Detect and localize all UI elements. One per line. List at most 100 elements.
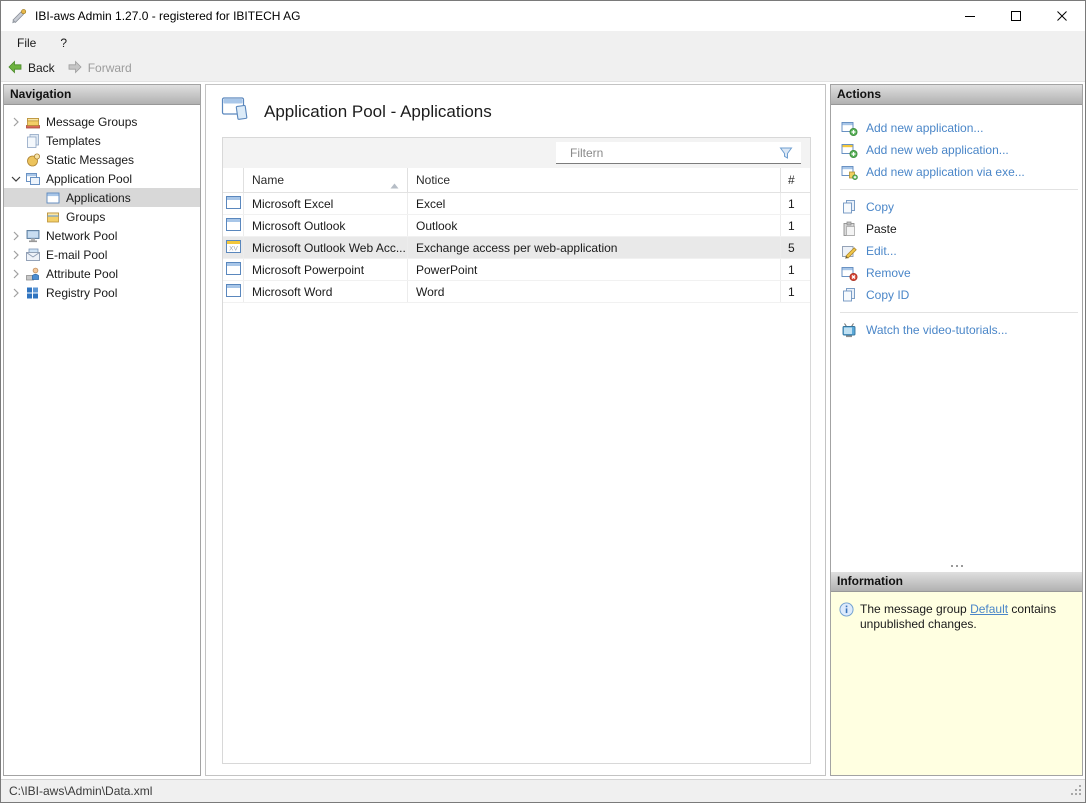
- sidebar-item-attribute-pool[interactable]: Attribute Pool: [4, 264, 200, 283]
- application-pool-icon: [24, 171, 41, 187]
- table-row[interactable]: Microsoft Powerpoint PowerPoint 1: [223, 259, 810, 281]
- panel-splitter-handle[interactable]: [831, 560, 1082, 572]
- sidebar-item-templates[interactable]: Templates: [4, 131, 200, 150]
- add-application-icon: [841, 120, 858, 136]
- content-area: Navigation Message Groups Templates Stat…: [1, 82, 1085, 779]
- edit-icon: [841, 243, 858, 259]
- sidebar-item-email-pool[interactable]: E-mail Pool: [4, 245, 200, 264]
- action-label: Copy: [866, 200, 895, 214]
- add-new-application-link[interactable]: Add new application...: [831, 117, 1082, 139]
- forward-button[interactable]: Forward: [67, 59, 132, 78]
- title-bar: IBI-aws Admin 1.27.0 - registered for IB…: [1, 1, 1085, 31]
- column-header-count[interactable]: #: [781, 168, 810, 192]
- paste-icon: [841, 221, 858, 237]
- sidebar-item-label: Templates: [46, 133, 101, 148]
- add-new-application-via-exe-link[interactable]: Add new application via exe...: [831, 161, 1082, 183]
- sidebar-item-label: Attribute Pool: [46, 266, 119, 281]
- video-tutorials-icon: [841, 322, 858, 338]
- chevron-right-icon[interactable]: [8, 285, 24, 300]
- sidebar-item-registry-pool[interactable]: Registry Pool: [4, 283, 200, 302]
- filter-input[interactable]: [556, 142, 801, 163]
- sidebar-item-label: Static Messages: [46, 152, 135, 167]
- chevron-right-icon[interactable]: [8, 228, 24, 243]
- actions-header: Actions: [831, 85, 1082, 105]
- page-title-row: Application Pool - Applications: [206, 85, 825, 128]
- add-new-web-application-link[interactable]: Add new web application...: [831, 139, 1082, 161]
- video-tutorials-link[interactable]: Watch the video-tutorials...: [831, 319, 1082, 341]
- toolbar: Back Forward: [1, 55, 1085, 82]
- forward-icon: [67, 59, 83, 78]
- sidebar-item-message-groups[interactable]: Message Groups: [4, 112, 200, 131]
- app-window-icon: [225, 217, 241, 234]
- forward-label: Forward: [87, 61, 132, 75]
- close-button[interactable]: [1039, 1, 1085, 31]
- registry-pool-icon: [24, 285, 41, 301]
- navigation-tree: Message Groups Templates Static Messages…: [4, 105, 200, 302]
- menu-file[interactable]: File: [17, 36, 36, 50]
- back-icon: [7, 59, 23, 78]
- sidebar-item-label: Applications: [66, 190, 131, 205]
- applications-icon: [44, 190, 61, 206]
- chevron-down-icon[interactable]: [8, 171, 24, 186]
- sidebar-item-label: E-mail Pool: [46, 247, 108, 262]
- remove-link[interactable]: Remove: [831, 262, 1082, 284]
- table-row-selected[interactable]: XV Microsoft Outlook Web Acc... Exchange…: [223, 237, 810, 259]
- application-pool-title-icon: [221, 96, 251, 128]
- templates-icon: [24, 133, 41, 149]
- edit-link[interactable]: Edit...: [831, 240, 1082, 262]
- sidebar-item-static-messages[interactable]: Static Messages: [4, 150, 200, 169]
- default-message-group-link[interactable]: Default: [970, 602, 1008, 616]
- resize-grip[interactable]: [1070, 784, 1083, 800]
- sidebar-item-network-pool[interactable]: Network Pool: [4, 226, 200, 245]
- table-row[interactable]: Microsoft Excel Excel 1: [223, 193, 810, 215]
- column-header-icon: [223, 168, 244, 192]
- message-groups-icon: [24, 114, 41, 130]
- copy-id-icon: [841, 287, 858, 303]
- cell-name: Microsoft Outlook Web Acc...: [252, 240, 406, 255]
- info-icon: [839, 602, 854, 775]
- add-web-application-icon: [841, 142, 858, 158]
- copy-id-link[interactable]: Copy ID: [831, 284, 1082, 306]
- sidebar-item-label: Message Groups: [46, 114, 138, 129]
- web-app-icon: XV: [225, 239, 241, 256]
- sidebar-item-groups[interactable]: Groups: [4, 207, 200, 226]
- navigation-panel: Navigation Message Groups Templates Stat…: [3, 84, 201, 776]
- cell-notice: Outlook: [416, 218, 458, 233]
- sidebar-item-label: Groups: [66, 209, 106, 224]
- minimize-button[interactable]: [947, 1, 993, 31]
- menu-bar: File ?: [1, 31, 1085, 55]
- table-row[interactable]: Microsoft Word Word 1: [223, 281, 810, 303]
- action-label: Watch the video-tutorials...: [866, 323, 1008, 337]
- cell-name: Microsoft Powerpoint: [252, 262, 365, 277]
- attribute-pool-icon: [24, 266, 41, 282]
- column-header-notice[interactable]: Notice: [408, 168, 781, 192]
- sidebar-item-application-pool[interactable]: Application Pool: [4, 169, 200, 188]
- back-button[interactable]: Back: [7, 59, 55, 78]
- table-row[interactable]: Microsoft Outlook Outlook 1: [223, 215, 810, 237]
- sidebar-item-applications[interactable]: Applications: [4, 188, 200, 207]
- filter-funnel-icon[interactable]: [778, 145, 794, 166]
- cell-notice: Exchange access per web-application: [416, 240, 618, 255]
- information-panel: The message group Default contains unpub…: [831, 592, 1082, 775]
- cell-notice: PowerPoint: [416, 262, 478, 277]
- cell-name: Microsoft Outlook: [252, 218, 346, 233]
- maximize-button[interactable]: [993, 1, 1039, 31]
- column-header-name[interactable]: Name: [244, 168, 408, 192]
- action-label: Edit...: [866, 244, 897, 258]
- copy-link[interactable]: Copy: [831, 196, 1082, 218]
- menu-help[interactable]: ?: [60, 36, 67, 50]
- chevron-right-icon[interactable]: [8, 247, 24, 262]
- cell-name: Microsoft Excel: [252, 196, 334, 211]
- cell-count: 1: [788, 196, 795, 211]
- chevron-right-icon[interactable]: [8, 266, 24, 281]
- cell-count: 1: [788, 262, 795, 277]
- page-title: Application Pool - Applications: [264, 102, 492, 121]
- actions-divider: [840, 312, 1078, 313]
- actions-divider: [840, 189, 1078, 190]
- copy-icon: [841, 199, 858, 215]
- paste-link[interactable]: Paste: [831, 218, 1082, 240]
- cell-count: 1: [788, 218, 795, 233]
- sort-ascending-icon: [390, 178, 399, 192]
- sidebar-item-label: Application Pool: [46, 171, 133, 186]
- chevron-right-icon[interactable]: [8, 114, 24, 129]
